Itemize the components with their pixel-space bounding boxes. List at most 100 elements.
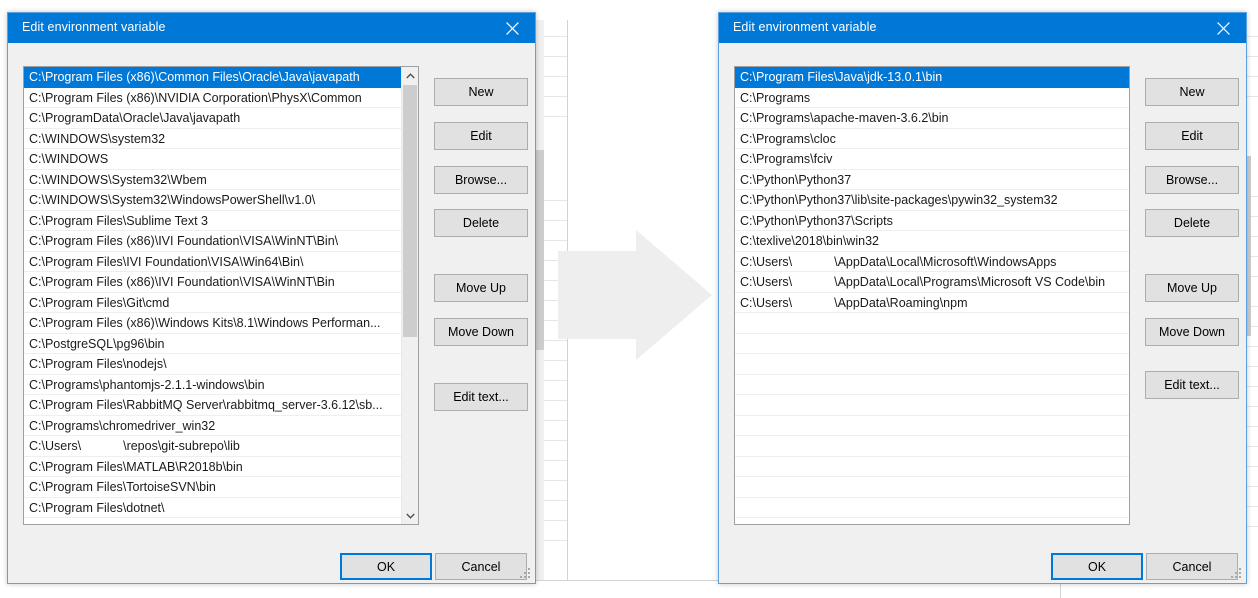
edit-button[interactable]: Edit [1145,122,1239,150]
list-item-label: C:\Program Files (x86)\NVIDIA Corporatio… [29,90,362,105]
list-item[interactable]: C:\WINDOWS\System32\WindowsPowerShell\v1… [24,190,401,211]
list-item-label: C:\Program Files\Git\cmd [29,295,170,310]
scroll-up-icon[interactable] [402,67,418,84]
list-item-label: C:\Programs\phantomjs-2.1.1-windows\bin [29,377,265,392]
list-item[interactable]: C:\Program Files\Git\cmd [24,293,401,313]
move-up-button[interactable]: Move Up [434,274,528,302]
move-up-button[interactable]: Move Up [1145,274,1239,302]
list-item[interactable]: C:\Programs\phantomjs-2.1.1-windows\bin [24,375,401,395]
right-edit-environment-variable-dialog: Edit environment variable C:\Program Fil… [718,12,1247,584]
redacted-username [81,436,124,456]
list-item-label: C:\Python\Python37 [740,172,852,187]
list-item-label: C:\Users\ [740,254,793,269]
list-item-empty[interactable] [735,436,1129,457]
left-dialog-title: Edit environment variable [22,20,166,34]
list-item-empty[interactable] [735,313,1129,334]
list-item[interactable]: C:\Users\ \AppData\Local\Programs\Micros… [735,272,1129,293]
right-path-list-rows: C:\Program Files\Java\jdk-13.0.1\bin C:\P… [735,67,1129,524]
left-list-scrollbar[interactable] [401,67,418,524]
list-item[interactable]: C:\Program Files\IVI Foundation\VISA\Win… [24,252,401,272]
list-item[interactable]: C:\Program Files\TortoiseSVN\bin [24,477,401,498]
list-item[interactable]: C:\Program Files\Sublime Text 3 [24,211,401,231]
list-item[interactable]: C:\WINDOWS\System32\Wbem [24,170,401,190]
list-item-empty[interactable] [735,375,1129,395]
left-path-listbox[interactable]: C:\Program Files (x86)\Common Files\Orac… [23,66,419,525]
list-item[interactable]: C:\Programs\fciv [735,149,1129,170]
list-item[interactable]: C:\Program Files (x86)\Common Files\Orac… [24,67,401,88]
list-item[interactable]: C:\Program Files\nodejs\ [24,354,401,375]
list-item[interactable]: C:\ProgramData\Oracle\Java\javapath [24,108,401,129]
list-item[interactable]: C:\Python\Python37\lib\site-packages\pyw… [735,190,1129,211]
edit-text-button[interactable]: Edit text... [1145,371,1239,399]
browse-button[interactable]: Browse... [1145,166,1239,194]
right-arrow-icon [558,230,712,360]
list-item-label: C:\Programs [740,90,811,105]
delete-button[interactable]: Delete [1145,209,1239,237]
list-item[interactable]: C:\Program Files\Java\jdk-13.0.1\bin [735,67,1129,88]
list-item[interactable]: C:\PostgreSQL\pg96\bin [24,334,401,354]
new-button[interactable]: New [434,78,528,106]
list-item-label: C:\Program Files\Sublime Text 3 [29,213,208,228]
list-item-empty[interactable] [735,416,1129,436]
list-item[interactable]: C:\Users\ \AppData\Local\Microsoft\Windo… [735,251,1129,272]
move-down-button[interactable]: Move Down [434,318,528,346]
list-item[interactable]: C:\Python\Python37 [735,170,1129,190]
list-item-label: C:\WINDOWS\System32\WindowsPowerShell\v1… [29,193,316,207]
list-item-label: C:\Program Files\Java\jdk-13.0.1\bin [740,70,943,84]
list-item-label: C:\Programs\fciv [740,152,833,166]
list-item-empty[interactable] [735,395,1129,416]
list-item-label: C:\Program Files\TortoiseSVN\bin [29,480,216,494]
list-item[interactable]: C:\WINDOWS\system32 [24,129,401,149]
list-item[interactable]: C:\Program Files (x86)\Windows Kits\8.1\… [24,313,401,334]
cancel-button[interactable]: Cancel [435,553,527,580]
redacted-username [792,292,835,313]
close-icon[interactable] [490,13,535,43]
right-dialog-titlebar[interactable]: Edit environment variable [719,13,1246,43]
list-item-label: C:\WINDOWS [29,152,109,166]
right-path-listbox[interactable]: C:\Program Files\Java\jdk-13.0.1\bin C:\P… [734,66,1130,525]
list-item[interactable]: C:\texlive\2018\bin\win32 [735,231,1129,252]
list-item[interactable]: C:\Programs\apache-maven-3.6.2\bin [735,108,1129,129]
list-item[interactable]: C:\Users\ \AppData\Roaming\npm [735,292,1129,313]
list-item[interactable]: C:\Program Files (x86)\IVI Foundation\VI… [24,231,401,252]
list-item-label: C:\Program Files\RabbitMQ Server\rabbitm… [29,398,383,412]
list-item[interactable]: C:\Program Files (x86)\NVIDIA Corporatio… [24,88,401,108]
list-item[interactable]: C:\Python\Python37\Scripts [735,211,1129,231]
left-dialog-titlebar[interactable]: Edit environment variable [8,13,535,43]
list-item-label: C:\PostgreSQL\pg96\bin [29,336,165,351]
list-item[interactable]: C:\Programs [735,88,1129,108]
list-item-label: C:\Program Files (x86)\IVI Foundation\VI… [29,234,339,248]
ok-button[interactable]: OK [1051,553,1143,580]
list-item-label: C:\Program Files\dotnet\ [29,500,165,515]
list-item[interactable]: C:\Programs\chromedriver_win32 [24,416,401,436]
list-item[interactable]: C:\Programs\cloc [735,129,1129,149]
resize-grip[interactable] [1231,568,1243,580]
list-item-empty[interactable] [735,457,1129,477]
list-item-empty[interactable] [735,477,1129,498]
close-icon[interactable] [1201,13,1246,43]
scroll-down-icon[interactable] [402,507,418,524]
list-item[interactable]: C:\Program Files\RabbitMQ Server\rabbitm… [24,395,401,416]
list-item-empty[interactable] [735,334,1129,354]
left-list-scroll-thumb[interactable] [403,85,417,337]
list-item-empty[interactable] [735,498,1129,518]
list-item[interactable]: C:\Users\ \repos\git-subrepo\lib [24,436,401,457]
list-item[interactable]: C:\Program Files (x86)\IVI Foundation\VI… [24,272,401,293]
list-item-label: C:\ProgramData\Oracle\Java\javapath [29,111,241,125]
ok-button[interactable]: OK [340,553,432,580]
browse-button[interactable]: Browse... [434,166,528,194]
resize-grip[interactable] [520,568,532,580]
move-down-button[interactable]: Move Down [1145,318,1239,346]
list-item-empty[interactable] [735,354,1129,375]
list-item-label-suffix: \AppData\Local\Microsoft\WindowsApps [834,254,1057,269]
edit-button[interactable]: Edit [434,122,528,150]
edit-text-button[interactable]: Edit text... [434,383,528,411]
cancel-button[interactable]: Cancel [1146,553,1238,580]
left-path-list-rows: C:\Program Files (x86)\Common Files\Orac… [24,67,401,524]
new-button[interactable]: New [1145,78,1239,106]
list-item-label: C:\WINDOWS\System32\Wbem [29,172,207,187]
delete-button[interactable]: Delete [434,209,528,237]
list-item[interactable]: C:\Program Files\MATLAB\R2018b\bin [24,457,401,477]
list-item[interactable]: C:\WINDOWS [24,149,401,170]
list-item[interactable]: C:\Program Files\dotnet\ [24,498,401,518]
